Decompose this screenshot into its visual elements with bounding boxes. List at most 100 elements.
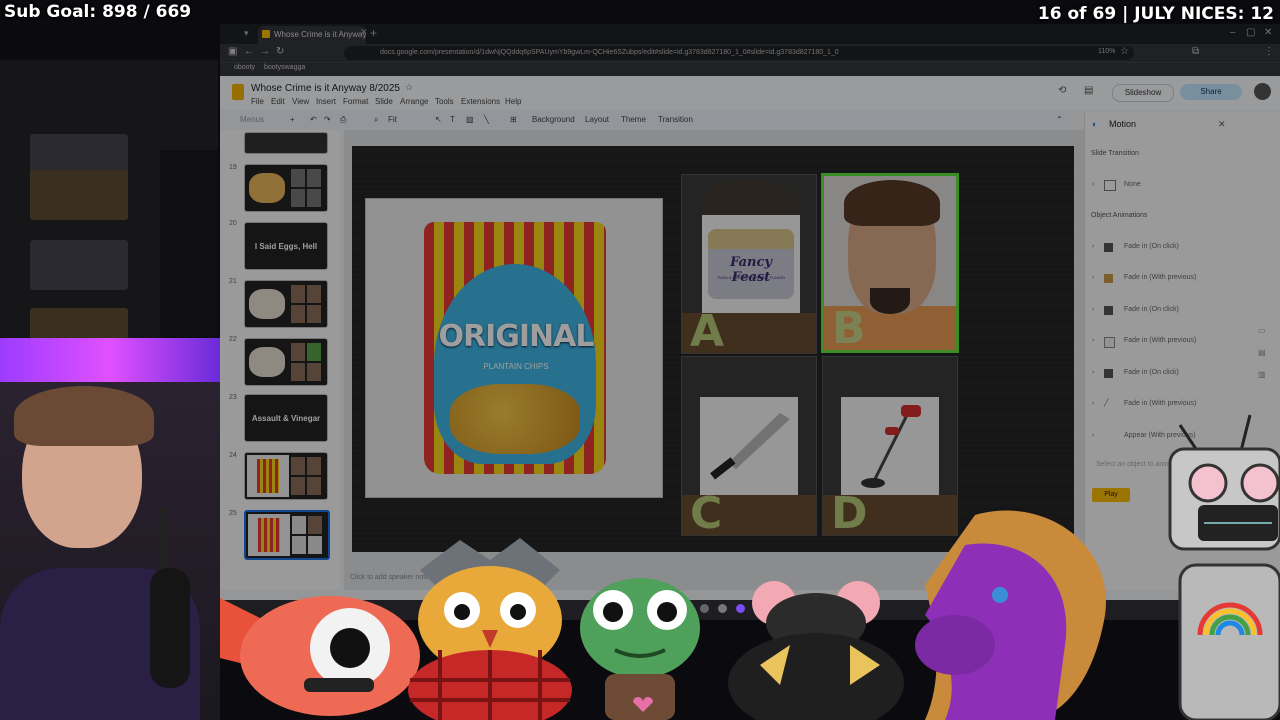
back-icon[interactable]: ←	[244, 46, 254, 57]
animation-item[interactable]: Fade in (With previous)	[1124, 274, 1196, 281]
slide-number: 25	[229, 510, 237, 517]
image-icon[interactable]: ▨	[466, 115, 474, 124]
layout-button[interactable]: Layout	[585, 115, 609, 124]
slides-logo-icon[interactable]	[232, 84, 244, 100]
bookmark-item[interactable]: obooty	[234, 64, 255, 71]
streamer-hair	[14, 386, 154, 446]
history-icon[interactable]: ⟲	[1058, 85, 1066, 96]
maximize-icon[interactable]: ▢	[1246, 27, 1255, 38]
slide-thumbnail-text: I Said Eggs, Hell	[254, 241, 318, 251]
expand-icon[interactable]: ›	[1092, 432, 1094, 439]
comments-icon[interactable]: ▤	[1084, 85, 1093, 96]
slide-number: 19	[229, 164, 237, 171]
suspect-b[interactable]: B	[821, 173, 959, 353]
slideshow-button[interactable]: Slideshow	[1112, 84, 1174, 102]
rgb-lights	[0, 338, 220, 382]
expand-icon[interactable]: ›	[1092, 274, 1094, 281]
slide-thumbnail-19[interactable]	[244, 164, 328, 212]
menu-insert[interactable]: Insert	[316, 97, 336, 106]
slide-number: 21	[229, 278, 237, 285]
tab-list-icon[interactable]: ▾	[244, 28, 249, 39]
bookmarks-bar	[220, 62, 1280, 77]
transition-value[interactable]: None	[1124, 181, 1141, 188]
expand-icon[interactable]: ›	[1092, 306, 1094, 313]
menu-slide[interactable]: Slide	[375, 97, 393, 106]
panel-close-icon[interactable]: ✕	[1218, 119, 1226, 130]
bag-brand-text: ORIGINAL	[438, 319, 595, 354]
url-input[interactable]: docs.google.com/presentation/d/1dwNjQQdd…	[344, 46, 1134, 60]
share-button[interactable]: Share	[1180, 84, 1242, 100]
close-icon[interactable]: ✕	[360, 27, 368, 38]
bookmark-item[interactable]: bootyswagga	[264, 64, 305, 71]
collapse-icon[interactable]: ⌃	[1056, 115, 1063, 124]
avatar[interactable]	[1254, 83, 1271, 100]
menus-search[interactable]: Menus	[240, 115, 264, 124]
menu-file[interactable]: File	[251, 97, 264, 106]
side-panel-icon[interactable]: ▭	[1258, 326, 1266, 335]
side-panel-icon[interactable]: ▥	[1258, 370, 1266, 379]
slide-thumbnail-25[interactable]	[244, 510, 330, 560]
theme-button[interactable]: Theme	[621, 115, 646, 124]
browser-menu-icon[interactable]: ⋮	[1264, 46, 1274, 57]
slide-thumbnail-23[interactable]: Assault & Vinegar	[244, 394, 328, 442]
expand-icon[interactable]: ›	[1092, 369, 1094, 376]
can-sub: TUNA & MACKEREL FEAST FLAKED	[716, 275, 786, 280]
play-button[interactable]: Play	[1092, 488, 1130, 502]
zoom-level[interactable]: 110%	[1098, 48, 1115, 55]
comment-add-icon[interactable]: ⊞	[510, 115, 517, 124]
menu-tools[interactable]: Tools	[435, 97, 454, 106]
menu-help[interactable]: Help	[505, 97, 521, 106]
extensions-icon[interactable]: ⧉	[1192, 46, 1199, 57]
line-object-icon: ╱	[1104, 400, 1109, 407]
expand-icon[interactable]: ›	[1092, 243, 1094, 250]
print-icon[interactable]: ⎙	[340, 115, 346, 125]
zoom-icon[interactable]: ⌕	[374, 115, 378, 125]
menu-format[interactable]: Format	[343, 97, 368, 106]
bookmark-star-icon[interactable]: ☆	[1120, 46, 1129, 57]
transition-button[interactable]: Transition	[658, 115, 693, 124]
slide-thumbnail-24[interactable]	[244, 452, 328, 500]
new-slide-icon[interactable]: +	[290, 115, 295, 124]
sidebar-icon[interactable]: ▣	[228, 46, 237, 57]
expand-icon[interactable]: ›	[1092, 400, 1094, 407]
motion-panel-title: Motion	[1109, 119, 1137, 129]
suspect-c[interactable]: C	[681, 356, 817, 536]
menu-edit[interactable]: Edit	[271, 97, 285, 106]
menu-view[interactable]: View	[292, 97, 309, 106]
document-title[interactable]: Whose Crime is it Anyway 8/2025	[251, 83, 400, 94]
menu-extensions[interactable]: Extensions	[461, 97, 500, 106]
slide-thumbnail-22[interactable]	[244, 338, 328, 386]
slide-transition-label: Slide Transition	[1091, 150, 1139, 157]
side-panel-icon[interactable]: ▤	[1258, 348, 1266, 357]
suspect-a[interactable]: Fancy Feast TUNA & MACKEREL FEAST FLAKED…	[681, 174, 817, 354]
background-button[interactable]: Background	[532, 115, 575, 124]
text-box-icon[interactable]: T	[450, 115, 455, 124]
menu-arrange[interactable]: Arrange	[400, 97, 428, 106]
toolbar	[230, 112, 1070, 128]
zoom-fit[interactable]: Fit	[388, 115, 397, 124]
new-tab-icon[interactable]: +	[370, 26, 377, 40]
slide-thumbnail-21[interactable]	[244, 280, 328, 328]
animation-item[interactable]: Fade in (On click)	[1124, 306, 1179, 313]
expand-icon[interactable]: ›	[1092, 181, 1094, 188]
animation-item[interactable]: Fade in (With previous)	[1124, 337, 1196, 344]
undo-icon[interactable]: ↶	[310, 115, 317, 124]
reload-icon[interactable]: ↻	[276, 46, 284, 57]
animation-item[interactable]: Fade in (On click)	[1124, 243, 1179, 250]
minimize-icon[interactable]: –	[1230, 27, 1236, 38]
slide-thumbnail-20[interactable]: I Said Eggs, Hell	[244, 222, 328, 270]
cat-food-can: Fancy Feast TUNA & MACKEREL FEAST FLAKED	[702, 215, 800, 313]
star-icon[interactable]: ☆	[405, 82, 413, 93]
tab-slides[interactable]: Whose Crime is it Anyway 8/2025	[258, 26, 366, 44]
select-icon[interactable]: ↖	[435, 115, 442, 124]
redo-icon[interactable]: ↷	[324, 115, 331, 124]
line-icon[interactable]: ╲	[484, 115, 489, 124]
window-close-icon[interactable]: ✕	[1264, 27, 1272, 38]
webcam-feed	[0, 338, 220, 720]
animation-item[interactable]: Fade in (On click)	[1124, 369, 1179, 376]
forward-icon[interactable]: →	[260, 46, 270, 57]
object-thumb-icon	[1104, 369, 1113, 378]
expand-icon[interactable]: ›	[1092, 337, 1094, 344]
bag-sub-text: PLANTAIN CHIPS	[483, 362, 549, 371]
slide-thumbnail-18[interactable]	[244, 132, 328, 154]
